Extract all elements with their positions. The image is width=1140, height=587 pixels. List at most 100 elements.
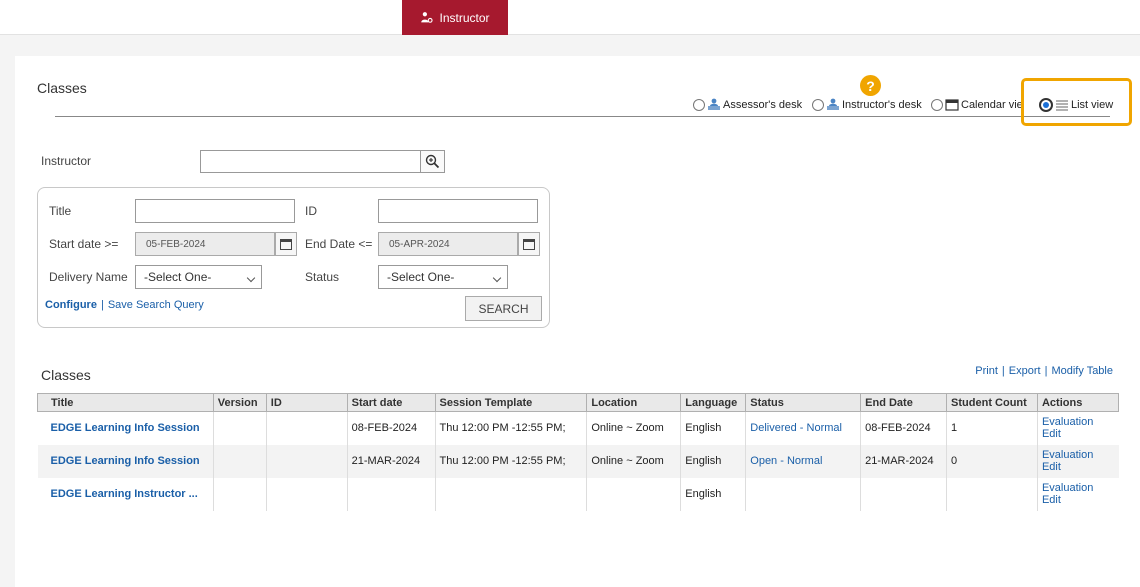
instructors-desk-radio[interactable] <box>812 98 824 111</box>
link-separator: | <box>100 299 104 311</box>
column-header-student-count[interactable]: Student Count <box>946 393 1038 412</box>
end-date-cell <box>860 477 947 511</box>
id-input[interactable] <box>378 199 538 223</box>
title-input[interactable] <box>135 199 295 223</box>
version-cell <box>212 444 267 478</box>
end-date-input[interactable]: 05-APR-2024 <box>378 232 518 256</box>
language-cell: English <box>680 444 746 478</box>
column-header-id[interactable]: ID <box>265 393 348 412</box>
desk-user-icon <box>827 98 839 110</box>
search-query-links: Configure | Save Search Query <box>45 299 204 311</box>
end-date-cell: 08-FEB-2024 <box>860 411 947 445</box>
location-cell <box>586 477 681 511</box>
column-header-start-date[interactable]: Start date <box>346 393 436 412</box>
column-header-session-template[interactable]: Session Template <box>434 393 588 412</box>
start-date-calendar-button[interactable] <box>275 232 297 256</box>
table-header-row: Title Version ID Start date Session Temp… <box>37 393 1120 412</box>
top-navigation-bar: Instructor <box>0 0 1140 35</box>
start-date-cell <box>346 477 436 511</box>
status-label: Status <box>305 270 340 284</box>
version-cell <box>212 477 267 511</box>
evaluation-link[interactable]: Evaluation <box>1042 449 1115 461</box>
column-header-end-date[interactable]: End Date <box>860 393 948 412</box>
instructor-input[interactable] <box>200 150 421 173</box>
status-select[interactable]: -Select One- <box>378 265 508 289</box>
chevron-down-icon <box>246 273 256 283</box>
evaluation-link[interactable]: Evaluation <box>1042 482 1115 494</box>
main-panel: Classes ? Assessor's desk Instructor's d… <box>15 56 1140 587</box>
session-template-cell <box>434 477 587 511</box>
instructor-label: Instructor <box>41 154 92 168</box>
export-link[interactable]: Export <box>1009 365 1041 377</box>
view-option-instructors-desk[interactable]: Instructor's desk <box>812 98 922 111</box>
id-cell <box>265 444 348 478</box>
column-header-status[interactable]: Status <box>745 393 862 412</box>
language-cell: English <box>680 411 746 445</box>
evaluation-link[interactable]: Evaluation <box>1042 416 1115 428</box>
search-filter-box: Title ID Start date >= 05-FEB-2024 End D… <box>37 187 550 328</box>
id-cell <box>265 411 348 445</box>
end-date-label: End Date <= <box>305 237 373 251</box>
start-date-input[interactable]: 05-FEB-2024 <box>135 232 275 256</box>
configure-link[interactable]: Configure <box>45 299 97 311</box>
edit-link[interactable]: Edit <box>1042 494 1115 506</box>
list-view-highlight <box>1021 78 1132 126</box>
location-cell: Online ~ Zoom <box>586 444 681 478</box>
edit-link[interactable]: Edit <box>1042 428 1115 440</box>
id-label: ID <box>305 204 317 218</box>
desk-user-icon <box>708 98 720 110</box>
class-title-link[interactable]: EDGE Learning Instructor ... <box>51 488 198 500</box>
table-row: EDGE Learning Info Session 08-FEB-2024 T… <box>38 411 1119 445</box>
status-value: -Select One- <box>387 270 455 284</box>
delivery-name-label: Delivery Name <box>49 270 128 284</box>
class-title-link[interactable]: EDGE Learning Info Session <box>51 422 200 434</box>
edit-link[interactable]: Edit <box>1042 461 1115 473</box>
instructor-icon <box>421 12 434 23</box>
calendar-icon <box>280 239 292 250</box>
column-header-title[interactable]: Title <box>37 393 214 412</box>
modify-table-link[interactable]: Modify Table <box>1051 365 1113 377</box>
page-title: Classes <box>37 80 87 96</box>
column-header-language[interactable]: Language <box>680 393 747 412</box>
delivery-name-select[interactable]: -Select One- <box>135 265 262 289</box>
print-link[interactable]: Print <box>975 365 998 377</box>
session-template-cell: Thu 12:00 PM -12:55 PM; <box>434 444 587 478</box>
view-option-assessors-desk[interactable]: Assessor's desk <box>693 98 802 111</box>
calendar-icon <box>945 99 959 111</box>
calendar-icon <box>523 239 535 250</box>
start-date-cell: 08-FEB-2024 <box>346 411 436 445</box>
save-search-query-link[interactable]: Save Search Query <box>108 299 204 311</box>
chevron-down-icon <box>492 273 502 283</box>
status-link[interactable]: Delivered - Normal <box>750 422 842 434</box>
calendar-view-radio[interactable] <box>931 98 943 111</box>
start-date-label: Start date >= <box>49 237 119 251</box>
instructor-search-button[interactable] <box>420 150 445 173</box>
version-cell <box>212 411 267 445</box>
table-row: EDGE Learning Instructor ... English Eva… <box>38 477 1119 511</box>
table-links: Print | Export | Modify Table <box>975 365 1113 377</box>
assessors-desk-radio[interactable] <box>693 98 705 111</box>
delivery-name-value: -Select One- <box>144 270 212 284</box>
language-cell: English <box>680 477 746 511</box>
class-title-link[interactable]: EDGE Learning Info Session <box>51 455 200 467</box>
view-option-calendar[interactable]: Calendar view <box>931 98 1023 111</box>
status-link[interactable]: Open - Normal <box>750 455 822 467</box>
column-header-version[interactable]: Version <box>212 393 267 412</box>
session-template-cell: Thu 12:00 PM -12:55 PM; <box>434 411 587 445</box>
instructor-tab[interactable]: Instructor <box>402 0 508 35</box>
link-separator: | <box>1044 365 1048 377</box>
end-date-cell: 21-MAR-2024 <box>860 444 947 478</box>
location-cell: Online ~ Zoom <box>586 411 681 445</box>
end-date-calendar-button[interactable] <box>518 232 540 256</box>
zoom-search-icon <box>425 154 440 169</box>
column-header-location[interactable]: Location <box>586 393 682 412</box>
instructor-tab-label: Instructor <box>439 10 490 25</box>
results-heading: Classes <box>41 367 91 383</box>
column-header-actions: Actions <box>1036 393 1120 412</box>
student-count-cell <box>946 477 1038 511</box>
classes-table: Title Version ID Start date Session Temp… <box>37 393 1120 511</box>
search-button[interactable]: SEARCH <box>465 296 542 321</box>
start-date-cell: 21-MAR-2024 <box>346 444 436 478</box>
instructors-desk-label: Instructor's desk <box>842 98 922 111</box>
help-icon[interactable]: ? <box>860 75 881 96</box>
